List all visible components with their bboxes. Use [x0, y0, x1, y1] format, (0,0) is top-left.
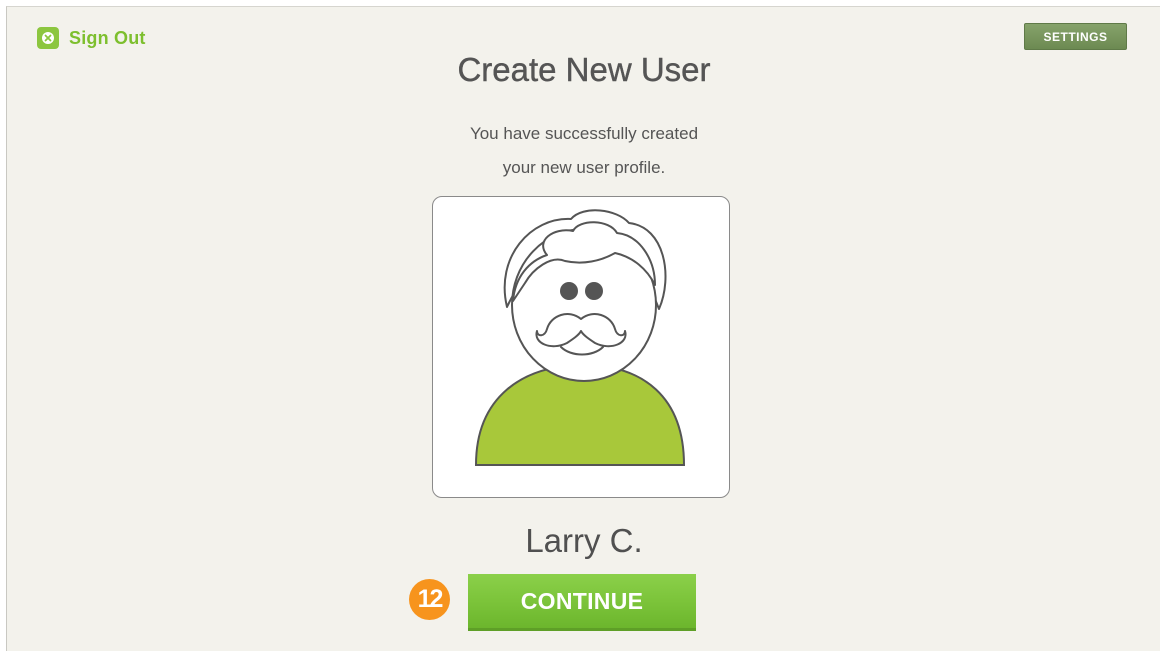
avatar-eye-left: [560, 282, 578, 300]
sign-out-button[interactable]: Sign Out: [37, 27, 146, 49]
message-line-1: You have successfully created: [469, 124, 699, 143]
user-name: Larry C.: [525, 522, 643, 559]
avatar-card: [432, 196, 730, 498]
message-line-2: your new user profile.: [502, 158, 666, 177]
screen: Sign Out SETTINGS Create New User You ha…: [6, 6, 1160, 651]
success-message: You have successfully created your new u…: [7, 117, 1161, 185]
user-avatar-icon: [474, 209, 686, 466]
avatar-eye-right: [585, 282, 603, 300]
sign-out-label: Sign Out: [69, 27, 146, 48]
step-number-badge: 12: [409, 579, 450, 620]
continue-button[interactable]: CONTINUE: [468, 574, 696, 631]
close-icon: [37, 27, 59, 49]
settings-button[interactable]: SETTINGS: [1024, 23, 1127, 50]
page-title: Create New User: [457, 51, 711, 88]
